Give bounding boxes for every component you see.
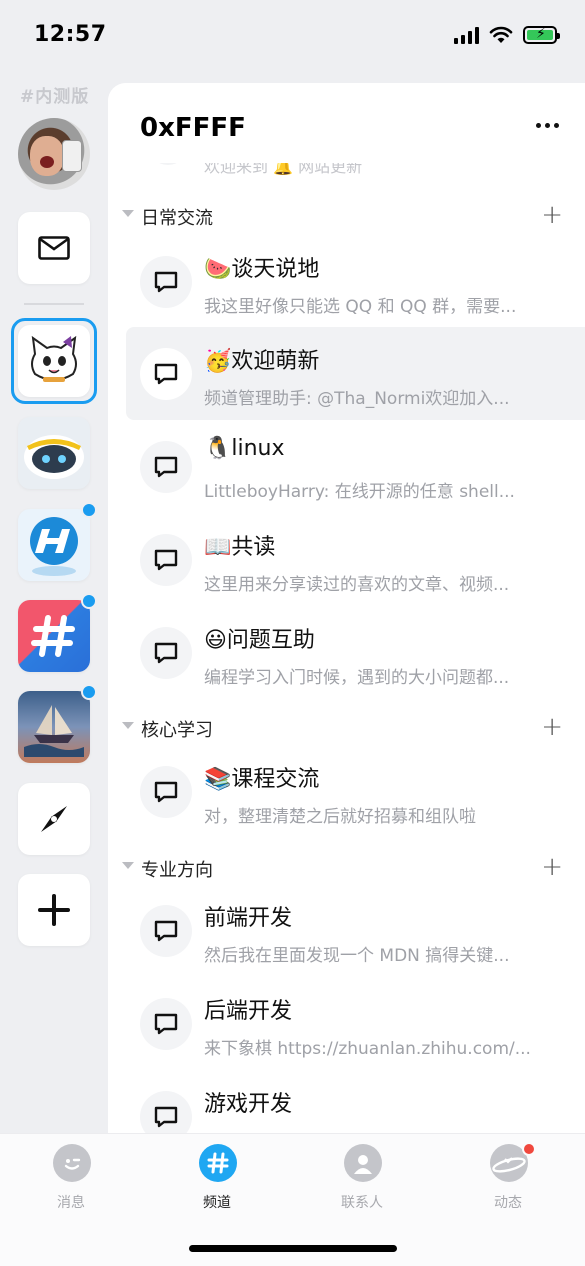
notification-dot: [522, 1142, 536, 1156]
unread-dot: [81, 684, 97, 700]
channel-name: 📚课程交流: [204, 767, 320, 792]
tab-channels[interactable]: 频道: [167, 1144, 267, 1214]
guild-title: 0xFFFF: [140, 113, 246, 143]
section-title: 核心学习: [141, 720, 213, 741]
hash-logo-icon: [31, 615, 75, 657]
mail-button[interactable]: [18, 212, 90, 284]
status-icons: ⚡: [454, 26, 560, 44]
channel-name: 前端开发: [204, 906, 293, 931]
section-header[interactable]: 专业方向 +: [108, 849, 585, 889]
channel-hash-icon: [199, 1144, 237, 1182]
add-channel-button[interactable]: +: [541, 712, 563, 742]
guild-rail: #内测版: [0, 74, 108, 1134]
channel-name: 🐧linux: [204, 436, 285, 461]
collapse-arrow-icon[interactable]: [122, 210, 134, 217]
channel-name: 😃问题互助: [204, 628, 315, 653]
channel-name: 后端开发: [204, 999, 293, 1024]
chat-bubble-icon: [140, 627, 192, 679]
plus-icon: [38, 894, 70, 926]
channel-name: 🍉谈天说地: [204, 257, 320, 282]
channel-item[interactable]: 🐧linux LittleboyHarry: 在线开源的任意 shell...: [126, 420, 585, 513]
collapse-arrow-icon[interactable]: [122, 722, 134, 729]
home-indicator: [189, 1245, 397, 1252]
channel-preview: 这里用来分享读过的喜欢的文章、视频...: [204, 575, 510, 595]
channel-preview: 来下象棋 https://zhuanlan.zhihu.com/...: [204, 1039, 531, 1059]
section-title: 专业方向: [141, 860, 213, 881]
channel-item[interactable]: 前端开发 然后我在里面发现一个 MDN 搞得关键...: [126, 884, 585, 977]
channel-name: 📖共读: [204, 535, 276, 560]
guild-ship[interactable]: [18, 684, 97, 763]
chat-bubble-icon: [140, 256, 192, 308]
tab-contacts[interactable]: 联系人: [312, 1144, 412, 1214]
tab-label: 动态: [494, 1195, 522, 1211]
chat-bubble-icon: [140, 998, 192, 1050]
user-avatar[interactable]: [18, 118, 90, 190]
chat-bubble-icon: [140, 441, 192, 493]
guild-robot[interactable]: [18, 417, 90, 489]
channel-item[interactable]: 📖共读 这里用来分享读过的喜欢的文章、视频...: [126, 513, 585, 606]
chat-bubble-icon: [140, 534, 192, 586]
add-channel-button[interactable]: +: [541, 200, 563, 230]
chat-bubble-icon: [140, 905, 192, 957]
beta-tag: #内测版: [20, 87, 90, 107]
ship-painting-icon: [24, 705, 84, 757]
guild-h[interactable]: [18, 502, 97, 581]
tab-messages[interactable]: 消息: [21, 1144, 121, 1214]
section-title: 日常交流: [141, 208, 213, 229]
channel-name: 游戏开发: [204, 1092, 293, 1117]
discover-button[interactable]: [18, 783, 90, 855]
add-channel-button[interactable]: +: [541, 852, 563, 882]
contacts-icon: [344, 1144, 382, 1182]
battery-icon: ⚡: [523, 26, 560, 44]
channel-preview: 然后我在里面发现一个 MDN 搞得关键...: [204, 946, 510, 966]
section-header[interactable]: 核心学习 +: [108, 709, 585, 749]
more-options-button[interactable]: [536, 123, 559, 128]
add-guild-button[interactable]: [18, 874, 90, 946]
channel-preview: 我这里好像只能选 QQ 和 QQ 群，需要...: [204, 297, 517, 317]
channel-item[interactable]: 😃问题互助 编程学习入门时候，遇到的大小问题都...: [126, 606, 585, 699]
status-time: 12:57: [34, 22, 107, 47]
chat-bubble-icon: [140, 766, 192, 818]
compass-icon: [41, 806, 67, 832]
robot-icon: [24, 435, 84, 479]
channel-item[interactable]: 游戏开发: [126, 1070, 585, 1133]
channel-item[interactable]: 🥳欢迎萌新 频道管理助手: @Tha_Normi欢迎加入...: [126, 327, 585, 420]
guild-kitty[interactable]: [18, 325, 90, 397]
kitty-icon: [31, 335, 77, 382]
channel-preview: 频道管理助手: @Tha_Normi欢迎加入...: [204, 389, 510, 409]
unread-dot: [81, 502, 97, 518]
rail-divider: [24, 303, 84, 305]
mail-icon: [38, 236, 70, 260]
collapse-arrow-icon[interactable]: [122, 862, 134, 869]
channel-item[interactable]: 🍉谈天说地 我这里好像只能选 QQ 和 QQ 群，需要...: [126, 235, 585, 328]
channel-preview: 对，整理清楚之后就好招募和组队啦: [204, 807, 476, 827]
channel-item[interactable]: 后端开发 来下象棋 https://zhuanlan.zhihu.com/...: [126, 977, 585, 1070]
status-bar: 12:57 ⚡: [0, 0, 585, 74]
tab-label: 联系人: [341, 1195, 383, 1211]
channel-preview: 编程学习入门时候，遇到的大小问题都...: [204, 668, 510, 688]
channel-name: 🥳欢迎萌新: [204, 349, 320, 374]
chat-bubble-icon: [140, 1091, 192, 1133]
message-face-icon: [53, 1144, 91, 1182]
wifi-icon: [489, 26, 513, 43]
channel-preview: LittleboyHarry: 在线开源的任意 shell...: [204, 482, 515, 502]
unread-dot: [81, 593, 97, 609]
h-logo-icon: [30, 517, 78, 576]
guild-header: 0xFFFF: [108, 83, 585, 163]
channel-panel: 0xFFFF 欢迎来到 🔔 网站更新 日常交流 + 🍉谈天说地 我这里好像只能选…: [108, 83, 585, 1133]
tab-label: 频道: [203, 1195, 231, 1211]
tab-feed[interactable]: 动态: [458, 1142, 558, 1214]
section-header[interactable]: 日常交流 +: [108, 197, 585, 237]
channel-item[interactable]: 📚课程交流 对，整理清楚之后就好招募和组队啦: [126, 745, 585, 838]
tab-label: 消息: [57, 1195, 85, 1211]
guild-hash[interactable]: [18, 593, 97, 672]
cellular-signal-icon: [454, 26, 479, 44]
chat-bubble-icon: [140, 348, 192, 400]
